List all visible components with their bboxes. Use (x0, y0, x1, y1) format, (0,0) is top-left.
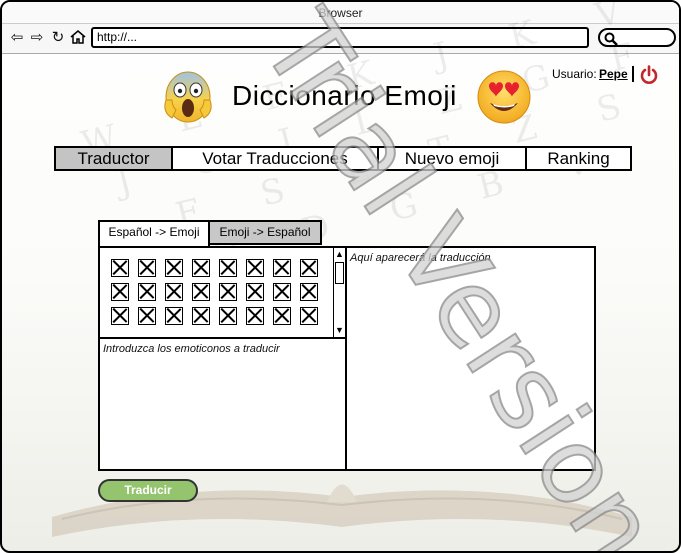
url-bar[interactable]: http://... (91, 27, 589, 48)
emoji-placeholder-icon[interactable] (246, 259, 264, 277)
scroll-up-arrow-icon[interactable]: ▲ (334, 249, 345, 260)
user-label: Usuario: (552, 67, 597, 81)
emoji-placeholder-icon[interactable] (273, 259, 291, 277)
emoji-placeholder-icon[interactable] (219, 283, 237, 301)
home-icon[interactable] (69, 29, 87, 47)
menu-item-votar-traducciones[interactable]: Votar Traducciones (173, 148, 379, 169)
translation-output: Aquí aparecerá la traducción (350, 252, 491, 264)
emoji-placeholder-icon[interactable] (219, 259, 237, 277)
reload-icon[interactable]: ↻ (49, 29, 67, 47)
browser-window: Browser ⇦ ⇨ ↻ http://... W E F K J K V J… (0, 0, 681, 553)
emoji-placeholder-icon[interactable] (300, 283, 318, 301)
app-title: Diccionario Emoji (232, 80, 457, 111)
emoji-picker: ▲ ▼ (100, 248, 347, 339)
emoji-input-field[interactable]: Introduzca los emoticonos a traducir (100, 339, 347, 469)
tab-espanol-emoji[interactable]: Español -> Emoji (98, 220, 210, 247)
browser-search-box[interactable] (598, 28, 676, 47)
emoji-placeholder-icon[interactable] (192, 259, 210, 277)
emoji-placeholder-icon[interactable] (192, 283, 210, 301)
emoji-placeholder-icon[interactable] (138, 259, 156, 277)
tab-emoji-espanol[interactable]: Emoji -> Español (208, 220, 322, 245)
browser-title: Browser (2, 2, 679, 24)
search-icon (604, 32, 618, 46)
menu-item-nuevo-emoji[interactable]: Nuevo emoji (379, 148, 527, 169)
scroll-down-arrow-icon[interactable]: ▼ (334, 325, 345, 336)
emoji-grid (111, 259, 318, 325)
username-link[interactable]: Pepe (599, 67, 628, 81)
power-icon[interactable] (639, 65, 659, 85)
emoji-placeholder-icon[interactable] (273, 283, 291, 301)
emoji-placeholder-icon[interactable] (138, 307, 156, 325)
translator-panel: ▲ ▼ Introduzca los emoticonos a traducir… (98, 246, 596, 471)
emoji-placeholder-icon[interactable] (300, 259, 318, 277)
emoji-placeholder-icon[interactable] (192, 307, 210, 325)
emoji-scrollbar[interactable]: ▲ ▼ (333, 248, 345, 337)
emoji-placeholder-icon[interactable] (219, 307, 237, 325)
emoji-placeholder-icon[interactable] (138, 283, 156, 301)
menu-item-ranking[interactable]: Ranking (527, 148, 630, 169)
scroll-thumb[interactable] (335, 262, 344, 284)
emoji-placeholder-icon[interactable] (165, 307, 183, 325)
browser-navbar: ⇦ ⇨ ↻ http://... (2, 24, 679, 54)
user-divider (632, 66, 634, 82)
translate-button[interactable]: Traducir (98, 479, 198, 502)
emoji-placeholder-icon[interactable] (111, 307, 129, 325)
emoji-placeholder-icon[interactable] (165, 259, 183, 277)
emoji-placeholder-icon[interactable] (246, 307, 264, 325)
main-menu: Traductor Votar Traducciones Nuevo emoji… (54, 146, 632, 171)
emoji-placeholder-icon[interactable] (246, 283, 264, 301)
emoji-placeholder-icon[interactable] (111, 283, 129, 301)
back-arrow-icon[interactable]: ⇦ (8, 29, 26, 47)
emoji-placeholder-icon[interactable] (273, 307, 291, 325)
screaming-face-emoji-icon (164, 71, 212, 123)
emoji-placeholder-icon[interactable] (165, 283, 183, 301)
emoji-placeholder-icon[interactable] (111, 259, 129, 277)
forward-arrow-icon[interactable]: ⇨ (28, 29, 46, 47)
heart-eyes-emoji-icon (477, 70, 531, 124)
menu-item-traductor[interactable]: Traductor (56, 148, 173, 169)
emoji-placeholder-icon[interactable] (300, 307, 318, 325)
